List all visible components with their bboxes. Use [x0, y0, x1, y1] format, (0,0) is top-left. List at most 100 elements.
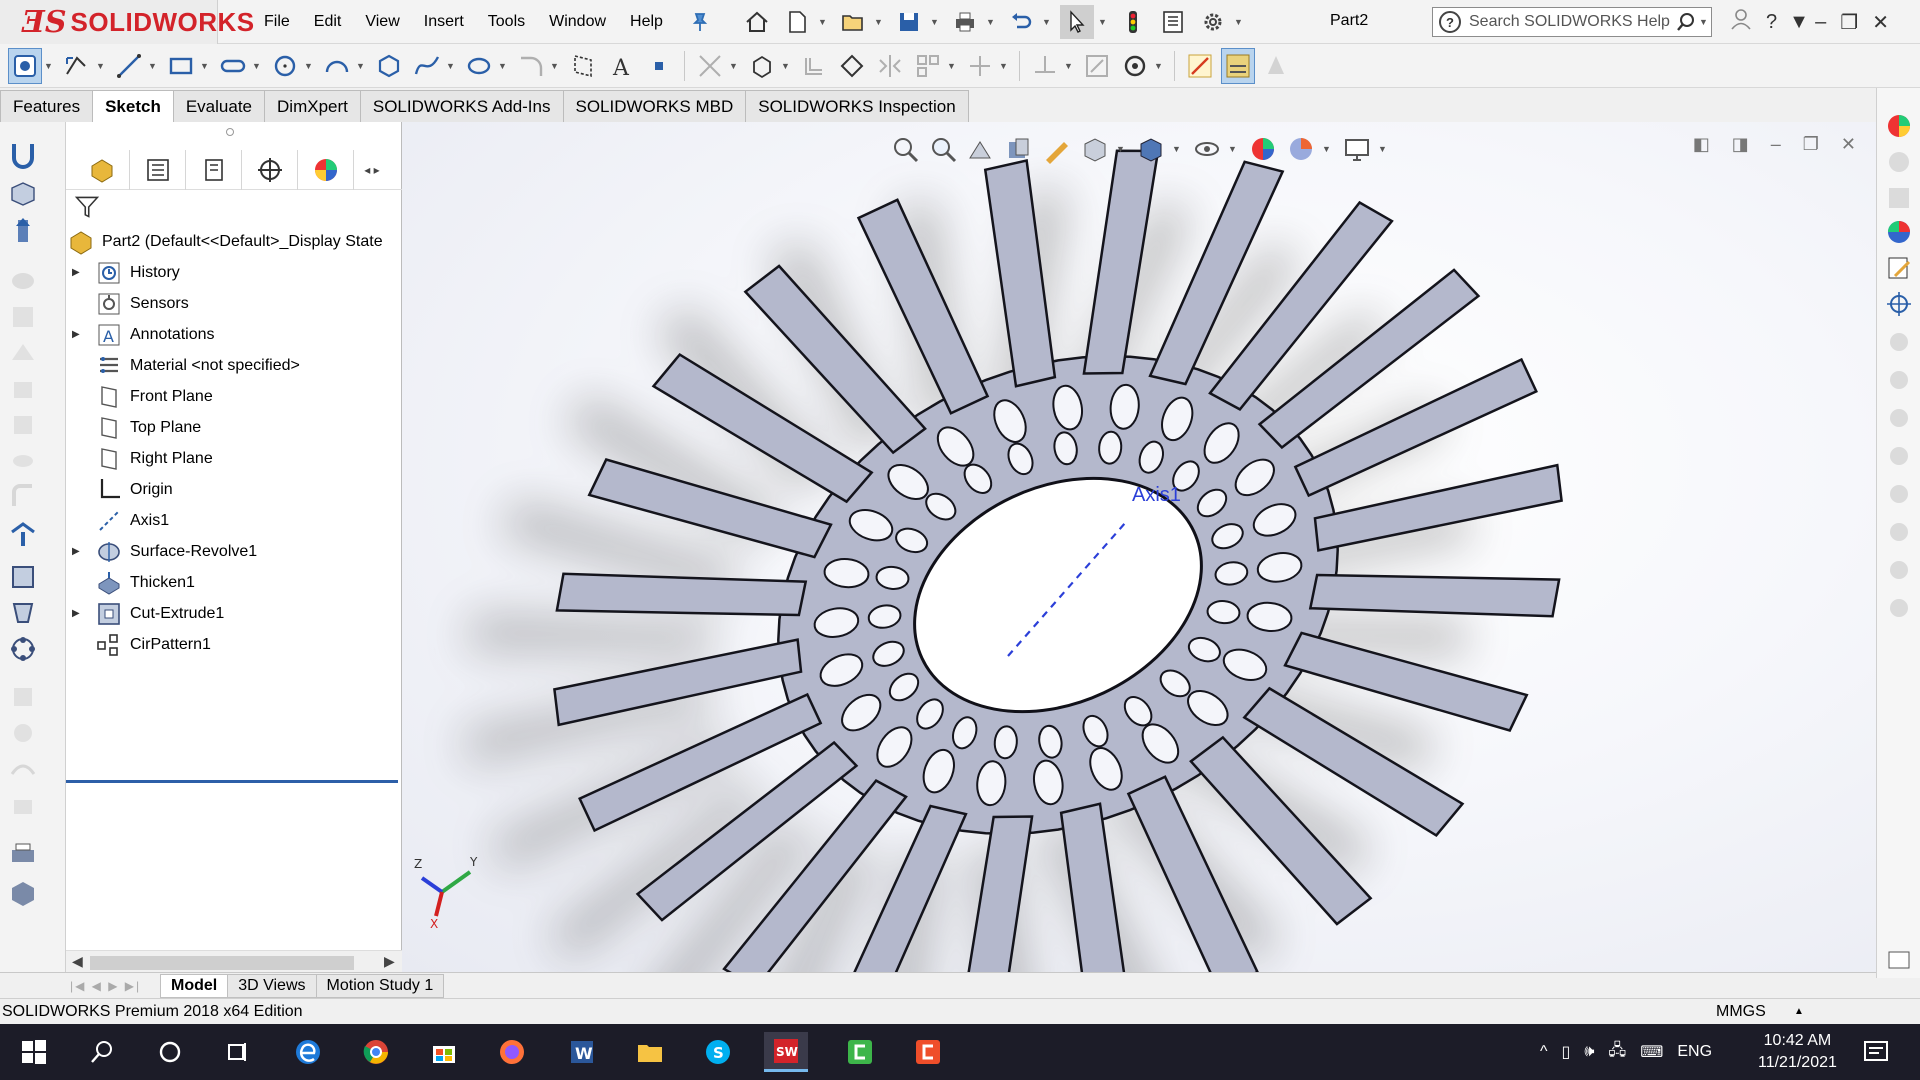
search-icon[interactable] — [1671, 12, 1701, 32]
search-dropdown-icon[interactable]: ▼ — [1699, 17, 1711, 27]
menu-help[interactable]: Help — [618, 13, 675, 31]
display-style-dropdown-icon[interactable]: ▼ — [1172, 144, 1184, 154]
render-icon[interactable] — [1885, 218, 1913, 246]
rectangle-dropdown-icon[interactable]: ▼ — [200, 61, 212, 71]
rollback-bar[interactable] — [66, 780, 398, 783]
menu-view[interactable]: View — [353, 13, 411, 31]
linear-pattern-icon[interactable] — [911, 48, 945, 84]
options-gear-icon[interactable] — [1196, 5, 1230, 39]
print-icon[interactable] — [948, 5, 982, 39]
text-icon[interactable]: A — [604, 48, 638, 84]
battery-icon[interactable]: ▯ — [1562, 1042, 1571, 1062]
view-orientation-dropdown-icon[interactable]: ▼ — [1116, 144, 1128, 154]
wrap-icon[interactable] — [8, 682, 38, 712]
tree-item-material[interactable]: Material <not specified> — [96, 350, 300, 381]
configuration-manager-tab-icon[interactable] — [186, 149, 242, 190]
print-dropdown-icon[interactable]: ▼ — [986, 17, 998, 27]
minimize-icon[interactable]: – — [1815, 11, 1826, 34]
camtasia-recorder-icon[interactable] — [906, 1032, 950, 1072]
search-icon[interactable] — [80, 1032, 124, 1072]
tree-item-sensors[interactable]: Sensors — [96, 288, 189, 319]
expand-arrow-icon[interactable]: ▶ — [72, 267, 86, 278]
menu-edit[interactable]: Edit — [302, 13, 354, 31]
recall-render-icon[interactable] — [1885, 594, 1913, 622]
tree-item-cirpattern1[interactable]: CirPattern1 — [96, 629, 211, 660]
menu-insert[interactable]: Insert — [412, 13, 476, 31]
scene-icon[interactable] — [1885, 184, 1913, 212]
tree-item-right-plane[interactable]: Right Plane — [96, 443, 213, 474]
offset-entities-icon[interactable] — [797, 48, 831, 84]
line-dropdown-icon[interactable]: ▼ — [148, 61, 160, 71]
extrude-up-icon[interactable] — [8, 216, 38, 246]
new-dropdown-icon[interactable]: ▼ — [818, 17, 830, 27]
word-icon[interactable]: W — [560, 1032, 604, 1072]
cut-icon[interactable] — [8, 410, 38, 440]
tree-root-part[interactable]: Part2 (Default<<Default>_Display State — [68, 226, 383, 257]
polygon-icon[interactable] — [372, 48, 406, 84]
chrome-icon[interactable] — [354, 1032, 398, 1072]
revolve-icon[interactable] — [8, 266, 38, 296]
circle-dropdown-icon[interactable]: ▼ — [304, 61, 316, 71]
appearance-panel-icon[interactable] — [1885, 112, 1913, 140]
tree-item-history[interactable]: ▶ History — [72, 257, 180, 288]
extruded-boss-icon[interactable] — [8, 178, 38, 208]
menu-window[interactable]: Window — [537, 13, 618, 31]
schedule-render-icon[interactable] — [1885, 556, 1913, 584]
restore-icon[interactable]: ❐ — [1840, 10, 1858, 35]
tab-scroll-arrows[interactable]: ◂ ▸ — [354, 150, 390, 190]
mirror-entities-icon[interactable] — [873, 48, 907, 84]
hide-show-dropdown-icon[interactable]: ▼ — [1228, 144, 1240, 154]
tab-solidworks-inspection[interactable]: SOLIDWORKS Inspection — [745, 90, 969, 122]
fillet-dropdown-icon[interactable]: ▼ — [550, 61, 562, 71]
options-dropdown-icon[interactable]: ▼ — [1234, 17, 1246, 27]
zoom-to-area-icon[interactable] — [928, 134, 958, 164]
tree-item-annotations[interactable]: ▶ A Annotations — [72, 319, 215, 350]
network-icon[interactable]: 🖧 — [1608, 1039, 1626, 1066]
curves-icon[interactable] — [8, 754, 38, 784]
move-entities-icon[interactable] — [963, 48, 997, 84]
select-dropdown-icon[interactable]: ▼ — [1098, 17, 1110, 27]
draft-icon[interactable] — [8, 598, 38, 628]
input-method-icon[interactable]: ⌨ — [1640, 1042, 1663, 1062]
viewport-tile-left-icon[interactable]: ◧ — [1693, 134, 1710, 155]
open-folder-icon[interactable] — [836, 5, 870, 39]
edit-appearance-icon[interactable] — [1248, 134, 1278, 164]
view-settings-icon[interactable] — [1342, 134, 1372, 164]
hide-show-items-icon[interactable] — [1192, 134, 1222, 164]
arc-dropdown-icon[interactable]: ▼ — [356, 61, 368, 71]
pattern-feature-icon[interactable] — [8, 634, 38, 664]
materials-icon[interactable] — [8, 878, 38, 908]
print-3d-icon[interactable] — [8, 840, 38, 870]
tab-3d-views[interactable]: 3D Views — [227, 973, 317, 998]
tab-motion-study-1[interactable]: Motion Study 1 — [315, 973, 445, 998]
slot-dropdown-icon[interactable]: ▼ — [252, 61, 264, 71]
panel-grip[interactable] — [226, 128, 234, 136]
magnet-line-icon[interactable] — [8, 140, 38, 170]
scroll-thumb[interactable] — [90, 956, 354, 970]
units-up-arrow-icon[interactable]: ▲ — [1794, 1006, 1804, 1017]
menu-tools[interactable]: Tools — [476, 13, 537, 31]
viewport-minimize-icon[interactable]: – — [1771, 134, 1781, 155]
pattern-dropdown-icon[interactable]: ▼ — [947, 61, 959, 71]
file-explorer-icon[interactable] — [628, 1032, 672, 1072]
language-indicator[interactable]: ENG — [1677, 1043, 1712, 1061]
shell-icon[interactable] — [8, 562, 38, 592]
edit-render-settings-icon[interactable] — [1885, 254, 1913, 282]
circle-icon[interactable] — [268, 48, 302, 84]
help-dropdown-icon[interactable]: ▼ — [1789, 11, 1809, 34]
fillet-icon[interactable] — [514, 48, 548, 84]
pin-menu-icon[interactable] — [690, 12, 710, 32]
tab-model[interactable]: Model — [160, 973, 229, 998]
unit-system-selector[interactable]: MMGS — [1716, 1003, 1766, 1021]
snaps-dropdown-icon[interactable]: ▼ — [1154, 61, 1166, 71]
rapid-sketch-icon[interactable] — [1183, 48, 1217, 84]
scroll-left-arrow-icon[interactable]: ◀ — [72, 953, 83, 970]
feature-manager-tab-icon[interactable] — [74, 149, 130, 190]
background-icon[interactable] — [1885, 442, 1913, 470]
axis1-label[interactable]: Axis1 — [1132, 484, 1181, 507]
slot-icon[interactable] — [216, 48, 250, 84]
quick-snaps-icon[interactable] — [1118, 48, 1152, 84]
camtasia-icon[interactable] — [838, 1032, 882, 1072]
repair-sketch-icon[interactable] — [1080, 48, 1114, 84]
loft-icon[interactable] — [8, 338, 38, 368]
